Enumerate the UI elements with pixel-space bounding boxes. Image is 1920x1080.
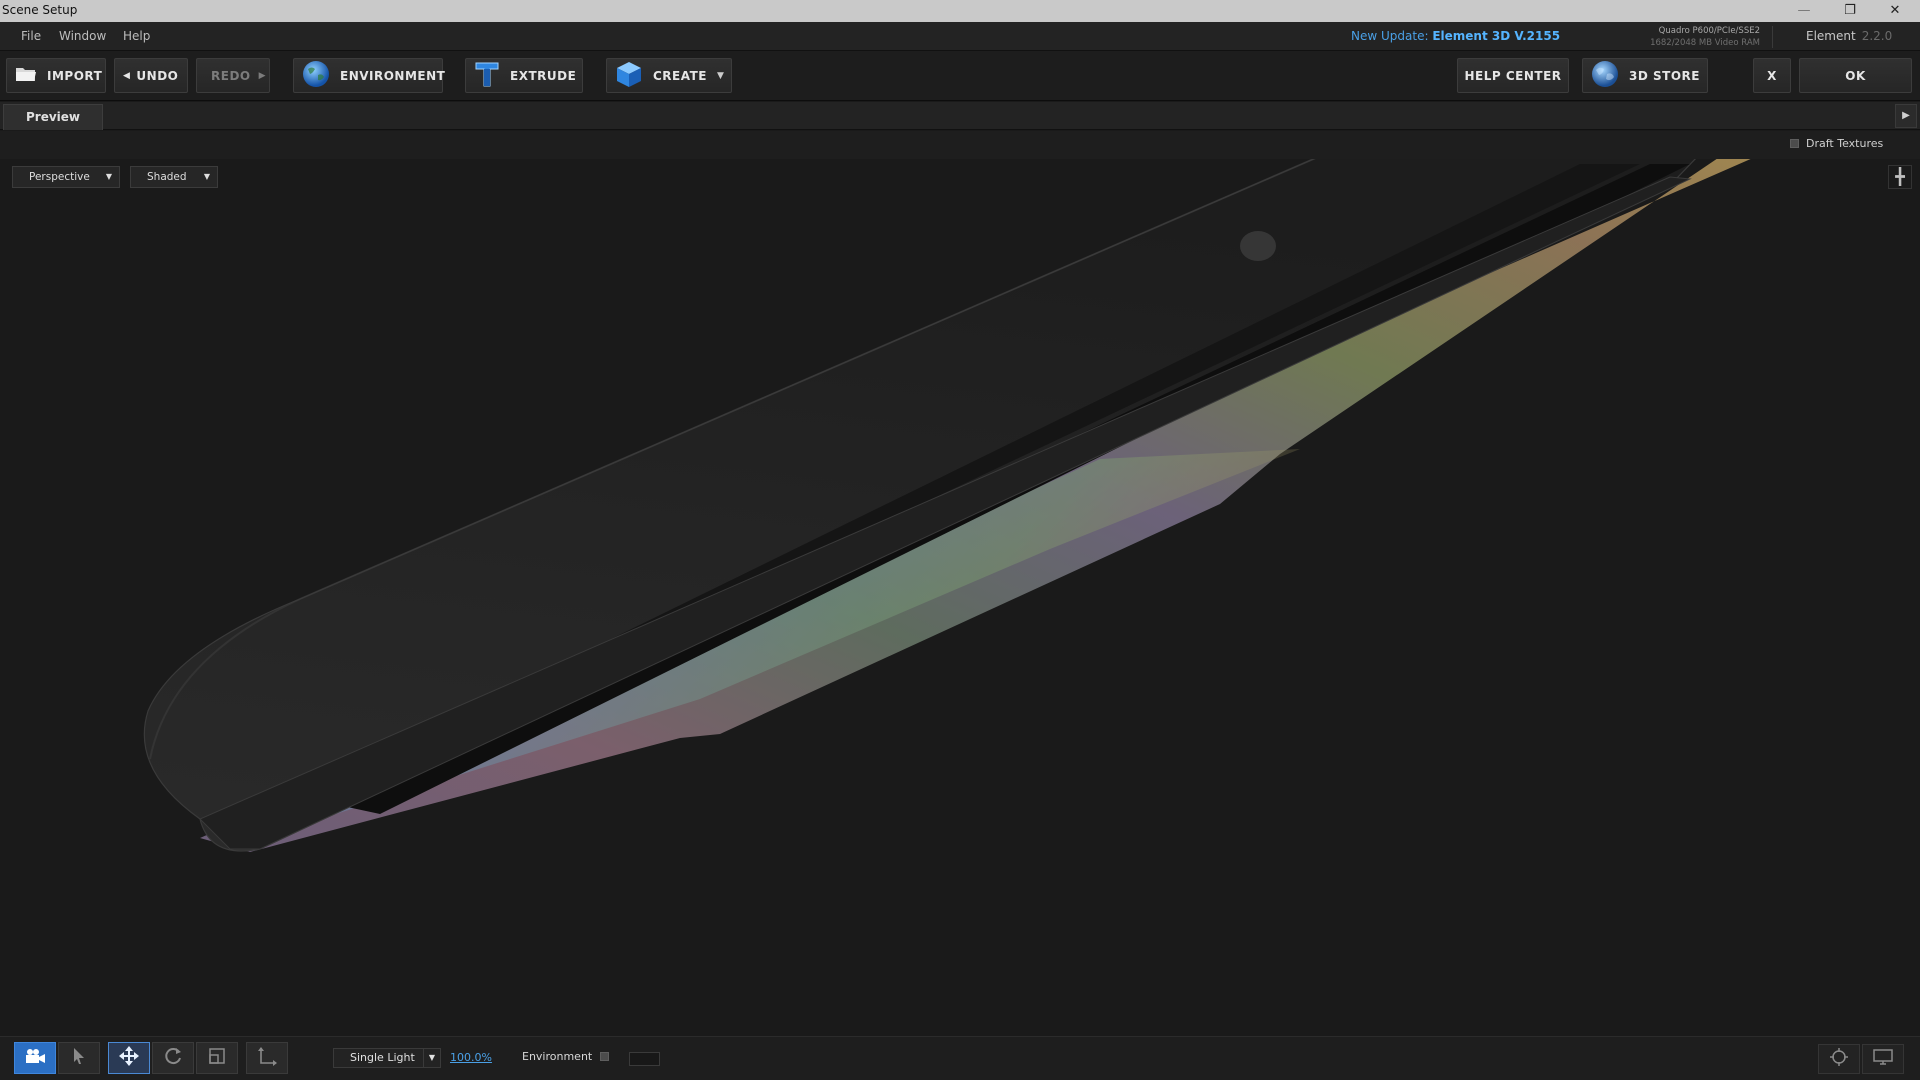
update-prefix: New Update: [1351, 29, 1429, 43]
ok-label: OK [1845, 68, 1866, 83]
axis-tool-button[interactable] [246, 1042, 288, 1074]
menu-file[interactable]: File [21, 29, 41, 43]
redo-label: REDO [211, 68, 251, 83]
options-bar: Draft Textures [0, 131, 1920, 159]
update-version[interactable]: Element 3D V.2155 [1432, 29, 1560, 43]
draft-textures-option[interactable]: Draft Textures [1790, 137, 1883, 150]
help-center-label: HELP CENTER [1464, 68, 1562, 83]
import-button[interactable]: IMPORT [6, 58, 106, 93]
update-notice[interactable]: New Update: Element 3D V.2155 [1351, 29, 1560, 43]
undo-label: UNDO [136, 68, 179, 83]
tab-strip: Preview ▶ [0, 102, 1920, 130]
preview-viewport[interactable]: Perspective ▼ Shaded ▼ ╋ [0, 159, 1920, 1036]
menu-help[interactable]: Help [123, 29, 150, 43]
folder-icon [15, 65, 37, 86]
tab-preview[interactable]: Preview [3, 104, 103, 130]
camera-tool-button[interactable] [14, 1042, 56, 1074]
move-tool-button[interactable] [108, 1042, 150, 1074]
move-icon [118, 1045, 140, 1071]
extrude-label: EXTRUDE [510, 68, 577, 83]
chevron-down-icon: ▼ [203, 172, 210, 181]
environment-button[interactable]: ENVIRONMENT [293, 58, 446, 93]
gpu-ram: 1682/2048 MB Video RAM [1650, 38, 1760, 48]
store-label: 3D STORE [1629, 68, 1700, 83]
restore-icon[interactable]: ❐ [1830, 1, 1870, 21]
create-button[interactable]: CREATE ▼ [606, 58, 732, 93]
title-bar: Scene Setup — ❐ ✕ [0, 0, 1920, 22]
chevron-down-icon: ▼ [423, 1049, 440, 1067]
redo-button[interactable]: REDO ▶ [196, 58, 270, 93]
cancel-label: X [1767, 68, 1777, 83]
globe-icon [1591, 60, 1619, 91]
ok-button[interactable]: OK [1799, 58, 1912, 93]
maximize-viewport-icon[interactable]: ╋ [1888, 165, 1912, 189]
globe-icon [302, 60, 330, 91]
shading-label: Shaded [147, 171, 187, 183]
scale-tool-button[interactable] [196, 1042, 238, 1074]
camera-view-label: Perspective [29, 171, 90, 183]
gpu-info: Quadro P600/PCIe/SSE2 1682/2048 MB Video… [1640, 25, 1760, 49]
draft-textures-checkbox[interactable] [1790, 139, 1799, 148]
product-version: 2.2.0 [1861, 29, 1893, 43]
axis-icon [256, 1046, 278, 1070]
environment-toggle-label: Environment [522, 1050, 593, 1063]
menu-window[interactable]: Window [59, 29, 106, 43]
camera-icon [24, 1048, 46, 1068]
main-toolbar: IMPORT ◀ UNDO REDO ▶ ENVIRONMENT EXTRUDE… [0, 51, 1920, 101]
chevron-down-icon: ▼ [716, 70, 725, 81]
window-title: Scene Setup [2, 3, 78, 17]
environment-toggle[interactable]: Environment [522, 1050, 610, 1063]
3d-model-render [143, 159, 1751, 852]
close-icon[interactable]: ✕ [1875, 1, 1915, 21]
light-preset-label: Single Light [350, 1051, 415, 1064]
import-label: IMPORT [47, 68, 103, 83]
create-label: CREATE [653, 68, 707, 83]
help-center-button[interactable]: HELP CENTER [1457, 58, 1569, 93]
light-intensity-value[interactable]: 100.0% [450, 1051, 492, 1064]
environment-checkbox[interactable] [600, 1052, 610, 1061]
chevron-down-icon: ▼ [105, 172, 112, 181]
monitor-icon [1873, 1048, 1893, 1070]
divider [1772, 26, 1773, 48]
select-tool-button[interactable] [58, 1042, 100, 1074]
camera-view-dropdown[interactable]: Perspective ▼ [12, 166, 120, 188]
draft-textures-label: Draft Textures [1806, 137, 1884, 150]
shading-dropdown[interactable]: Shaded ▼ [130, 166, 218, 188]
cube-icon [615, 60, 643, 91]
store-button[interactable]: 3D STORE [1582, 58, 1708, 93]
display-settings-button[interactable] [1862, 1044, 1904, 1074]
redo-arrow-icon: ▶ [258, 70, 267, 81]
product-info: Element 2.2.0 [1806, 29, 1892, 43]
target-icon [1829, 1047, 1849, 1071]
gpu-name: Quadro P600/PCIe/SSE2 [1658, 26, 1760, 36]
scale-icon [208, 1047, 226, 1069]
light-preset-dropdown[interactable]: Single Light ▼ [333, 1048, 441, 1068]
undo-arrow-icon: ◀ [123, 70, 131, 81]
menu-bar: File Window Help New Update: Element 3D … [0, 22, 1920, 51]
select-arrow-icon [72, 1047, 86, 1069]
cancel-button[interactable]: X [1753, 58, 1791, 93]
rotate-tool-button[interactable] [152, 1042, 194, 1074]
environment-label: ENVIRONMENT [340, 68, 446, 83]
render-settings-button[interactable] [1818, 1044, 1860, 1074]
minimize-icon[interactable]: — [1784, 1, 1824, 21]
extrude-icon [474, 60, 500, 91]
undo-button[interactable]: ◀ UNDO [114, 58, 188, 93]
panel-toggle-icon[interactable]: ▶ [1895, 104, 1917, 128]
bottom-toolbar: Single Light ▼ 100.0% Environment [0, 1036, 1920, 1080]
environment-color-swatch[interactable] [629, 1052, 660, 1066]
extrude-button[interactable]: EXTRUDE [465, 58, 583, 93]
product-name: Element [1806, 29, 1856, 43]
rotate-icon [163, 1046, 183, 1070]
